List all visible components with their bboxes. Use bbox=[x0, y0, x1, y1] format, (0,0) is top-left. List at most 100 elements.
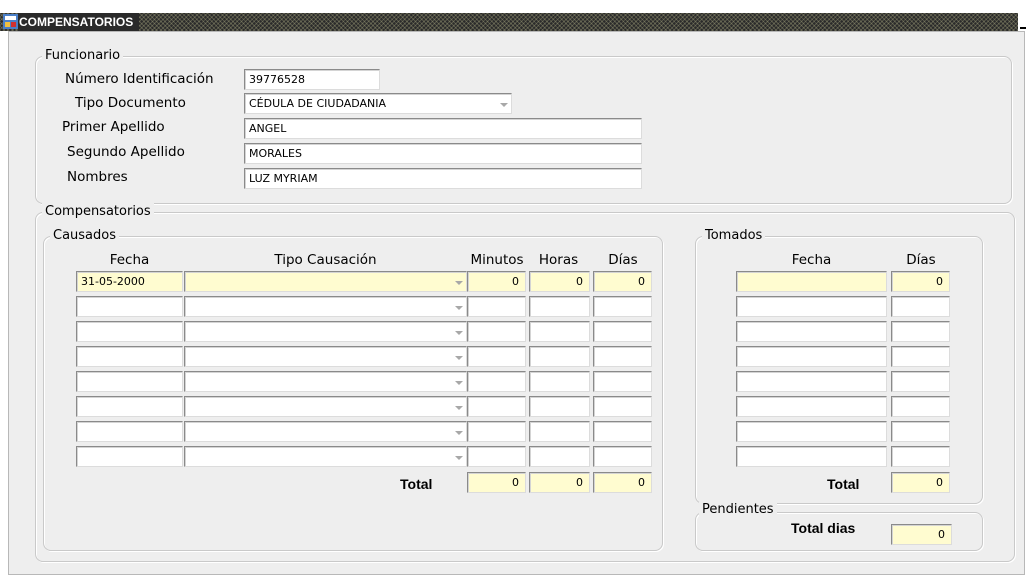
dias-cell[interactable] bbox=[593, 371, 652, 392]
tomados-dias-cell[interactable]: 0 bbox=[891, 271, 950, 292]
funcionario-legend: Funcionario bbox=[42, 47, 124, 65]
chevron-down-icon[interactable] bbox=[451, 348, 465, 365]
dias-cell[interactable] bbox=[593, 346, 652, 367]
tipo-causacion-cell[interactable] bbox=[184, 346, 467, 367]
compensatorios-legend: Compensatorios bbox=[42, 203, 154, 221]
fecha-cell[interactable] bbox=[76, 346, 183, 367]
pendientes-total-dias-field[interactable]: 0 bbox=[891, 524, 952, 545]
dias-cell[interactable]: 0 bbox=[593, 271, 652, 292]
total-dias-label: Total dias bbox=[791, 520, 856, 536]
minutos-cell[interactable] bbox=[467, 346, 526, 367]
horas-cell[interactable] bbox=[529, 421, 590, 442]
horas-cell[interactable] bbox=[529, 346, 590, 367]
tipo-documento-label: Tipo Documento bbox=[75, 95, 186, 111]
chevron-down-icon[interactable] bbox=[451, 273, 465, 290]
col-header-minutos: Minutos bbox=[470, 252, 524, 268]
nombres-label: Nombres bbox=[67, 169, 128, 185]
tomados-dias-cell[interactable] bbox=[891, 396, 950, 417]
dias-cell[interactable] bbox=[593, 321, 652, 342]
nombres-field[interactable]: LUZ MYRIAM bbox=[244, 168, 642, 189]
tomados-dias-cell[interactable] bbox=[891, 346, 950, 367]
chevron-down-icon[interactable] bbox=[451, 423, 465, 440]
col-header-dias: Días bbox=[608, 252, 638, 268]
tomados-fecha-cell[interactable] bbox=[736, 396, 887, 417]
fecha-cell[interactable] bbox=[76, 446, 183, 467]
dias-cell[interactable] bbox=[593, 421, 652, 442]
tipo-causacion-cell[interactable] bbox=[184, 271, 467, 292]
chevron-down-icon[interactable] bbox=[451, 323, 465, 340]
horas-cell[interactable] bbox=[529, 446, 590, 467]
dias-cell[interactable] bbox=[593, 446, 652, 467]
minutos-cell[interactable] bbox=[467, 421, 526, 442]
chevron-down-icon[interactable] bbox=[451, 398, 465, 415]
col-header-tipo-causacion: Tipo Causación bbox=[274, 252, 377, 268]
dias-cell[interactable] bbox=[593, 396, 652, 417]
title-bar[interactable]: COMPENSATORIOS bbox=[0, 13, 1028, 31]
tomados-dias-cell[interactable] bbox=[891, 446, 950, 467]
total-horas-field[interactable]: 0 bbox=[529, 472, 590, 493]
tipo-causacion-cell[interactable] bbox=[184, 296, 467, 317]
chevron-down-icon[interactable] bbox=[451, 298, 465, 315]
fecha-cell[interactable]: 31-05-2000 bbox=[76, 271, 183, 292]
tipo-documento-value: CÉDULA DE CIUDADANIA bbox=[249, 97, 387, 110]
causados-total-label: Total bbox=[400, 476, 433, 492]
segundo-apellido-label: Segundo Apellido bbox=[67, 144, 185, 160]
tomados-dias-cell[interactable] bbox=[891, 296, 950, 317]
tomados-fecha-cell[interactable] bbox=[736, 321, 887, 342]
tomados-dias-cell[interactable] bbox=[891, 321, 950, 342]
minutos-cell[interactable] bbox=[467, 371, 526, 392]
tomados-fecha-cell[interactable] bbox=[736, 271, 887, 292]
pendientes-legend: Pendientes bbox=[699, 502, 777, 517]
minutos-cell[interactable] bbox=[467, 296, 526, 317]
minutos-cell[interactable]: 0 bbox=[467, 271, 526, 292]
window-title: COMPENSATORIOS bbox=[18, 13, 140, 31]
fecha-cell[interactable] bbox=[76, 296, 183, 317]
tomados-total-dias-field[interactable]: 0 bbox=[891, 472, 950, 493]
form-canvas: Funcionario Número Identificación 397765… bbox=[8, 31, 1025, 575]
fecha-cell[interactable] bbox=[76, 396, 183, 417]
compensatorios-window: COMPENSATORIOS Funcionario Número Identi… bbox=[0, 0, 1030, 579]
tomados-fecha-cell[interactable] bbox=[736, 296, 887, 317]
minutos-cell[interactable] bbox=[467, 396, 526, 417]
minimize-button[interactable] bbox=[1018, 13, 1028, 31]
horas-cell[interactable] bbox=[529, 396, 590, 417]
tomados-fecha-cell[interactable] bbox=[736, 446, 887, 467]
fecha-cell[interactable] bbox=[76, 321, 183, 342]
dias-cell[interactable] bbox=[593, 296, 652, 317]
horas-cell[interactable] bbox=[529, 371, 590, 392]
minutos-cell[interactable] bbox=[467, 321, 526, 342]
fecha-cell[interactable] bbox=[76, 421, 183, 442]
primer-apellido-field[interactable]: ANGEL bbox=[244, 118, 642, 139]
tomados-total-label: Total bbox=[827, 476, 860, 492]
tomados-legend: Tomados bbox=[702, 227, 766, 245]
col-header-horas: Horas bbox=[538, 252, 579, 268]
tomados-dias-cell[interactable] bbox=[891, 371, 950, 392]
tipo-causacion-cell[interactable] bbox=[184, 446, 467, 467]
numero-identificacion-field[interactable]: 39776528 bbox=[244, 69, 380, 90]
tipo-causacion-cell[interactable] bbox=[184, 421, 467, 442]
tomados-col-header-fecha: Fecha bbox=[791, 252, 832, 268]
tipo-causacion-cell[interactable] bbox=[184, 396, 467, 417]
tomados-fecha-cell[interactable] bbox=[736, 421, 887, 442]
tipo-causacion-cell[interactable] bbox=[184, 371, 467, 392]
horas-cell[interactable] bbox=[529, 296, 590, 317]
total-minutos-field[interactable]: 0 bbox=[467, 472, 526, 493]
segundo-apellido-field[interactable]: MORALES bbox=[244, 143, 642, 164]
causados-legend: Causados bbox=[50, 227, 120, 245]
tomados-fecha-cell[interactable] bbox=[736, 346, 887, 367]
horas-cell[interactable]: 0 bbox=[529, 271, 590, 292]
horas-cell[interactable] bbox=[529, 321, 590, 342]
col-header-fecha: Fecha bbox=[109, 252, 150, 268]
tomados-col-header-dias: Días bbox=[906, 252, 936, 268]
tipo-documento-select[interactable]: CÉDULA DE CIUDADANIA bbox=[244, 93, 512, 114]
minutos-cell[interactable] bbox=[467, 446, 526, 467]
tomados-dias-cell[interactable] bbox=[891, 421, 950, 442]
chevron-down-icon[interactable] bbox=[496, 95, 510, 112]
chevron-down-icon[interactable] bbox=[451, 373, 465, 390]
primer-apellido-label: Primer Apellido bbox=[62, 119, 165, 135]
tipo-causacion-cell[interactable] bbox=[184, 321, 467, 342]
chevron-down-icon[interactable] bbox=[451, 448, 465, 465]
total-dias-field[interactable]: 0 bbox=[593, 472, 652, 493]
tomados-fecha-cell[interactable] bbox=[736, 371, 887, 392]
fecha-cell[interactable] bbox=[76, 371, 183, 392]
